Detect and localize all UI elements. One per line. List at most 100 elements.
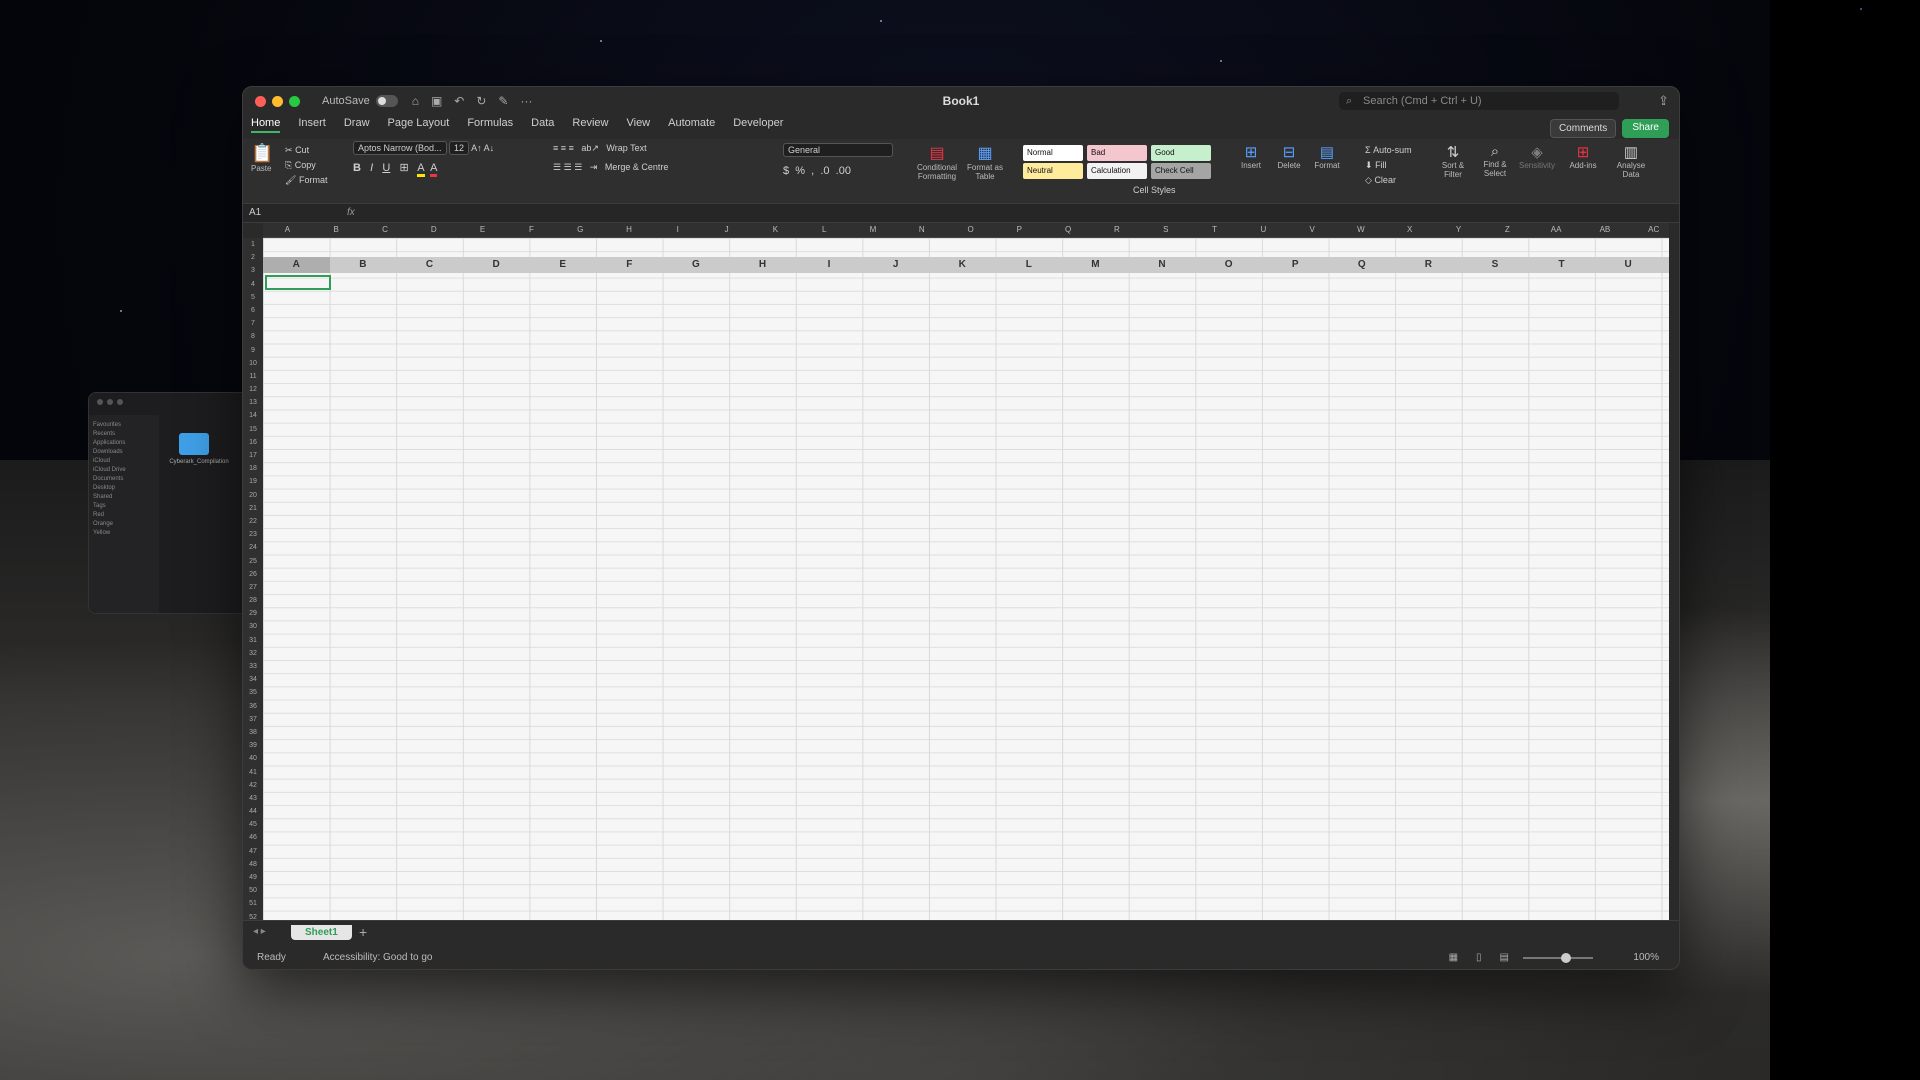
row-header[interactable]: 2 <box>243 251 263 264</box>
row-header[interactable]: 30 <box>243 620 263 633</box>
finder-sidebar-item[interactable]: Red <box>93 512 155 518</box>
column-header-small[interactable]: T <box>1190 223 1239 237</box>
delete-cells-button[interactable]: ⊟ Delete <box>1271 143 1307 170</box>
decrease-font-icon[interactable]: A↓ <box>484 143 495 153</box>
finder-sidebar-item[interactable]: Tags <box>93 503 155 509</box>
row-header[interactable]: 42 <box>243 779 263 792</box>
column-header[interactable]: I <box>796 257 863 273</box>
paste-button[interactable]: Paste <box>251 164 273 173</box>
column-header[interactable]: G <box>663 257 730 273</box>
row-header[interactable]: 19 <box>243 475 263 488</box>
row-header[interactable]: 3 <box>243 264 263 277</box>
row-header[interactable]: 38 <box>243 726 263 739</box>
close-window-button[interactable] <box>255 95 266 107</box>
row-header[interactable]: 15 <box>243 423 263 436</box>
home-icon[interactable]: ⌂ <box>412 94 419 108</box>
column-header-small[interactable]: V <box>1288 223 1337 237</box>
column-header-small[interactable]: AB <box>1581 223 1630 237</box>
finder-sidebar-item[interactable]: Yellow <box>93 530 155 536</box>
column-header[interactable]: R <box>1395 257 1462 273</box>
worksheet-grid[interactable] <box>263 238 1669 921</box>
row-header[interactable]: 25 <box>243 555 263 568</box>
row-header[interactable]: 21 <box>243 502 263 515</box>
edit-icon[interactable]: ✎ <box>498 94 508 108</box>
borders-icon[interactable]: ⊞ <box>399 162 408 174</box>
row-header[interactable]: 27 <box>243 581 263 594</box>
column-header-small[interactable]: W <box>1337 223 1386 237</box>
traffic-lights[interactable] <box>255 95 300 107</box>
row-header[interactable]: 33 <box>243 660 263 673</box>
column-header[interactable]: H <box>729 257 796 273</box>
orientation-icon[interactable]: ab↗ <box>581 143 599 153</box>
clear-button[interactable]: ◇ Clear <box>1365 173 1412 188</box>
currency-icon[interactable]: $ <box>783 165 789 177</box>
page-break-view-icon[interactable]: ▤ <box>1500 947 1509 969</box>
row-header[interactable]: 14 <box>243 409 263 422</box>
save-icon[interactable]: ▣ <box>431 94 442 108</box>
column-header[interactable]: A <box>263 257 330 273</box>
page-layout-view-icon[interactable]: ▯ <box>1476 947 1482 969</box>
column-header[interactable]: N <box>1129 257 1196 273</box>
tab-insert[interactable]: Insert <box>298 117 326 133</box>
row-header[interactable]: 20 <box>243 489 263 502</box>
tab-data[interactable]: Data <box>531 117 554 133</box>
column-header-small[interactable]: I <box>653 223 702 237</box>
increase-decimal-icon[interactable]: .0 <box>820 165 829 177</box>
row-header[interactable]: 43 <box>243 792 263 805</box>
tab-view[interactable]: View <box>626 117 650 133</box>
conditional-formatting-button[interactable]: ▤ Conditional Formatting <box>913 143 961 181</box>
finder-sidebar-item[interactable]: Favourites <box>93 422 155 428</box>
row-header[interactable]: 39 <box>243 739 263 752</box>
row-header[interactable]: 13 <box>243 396 263 409</box>
finder-sidebar-item[interactable]: Desktop <box>93 485 155 491</box>
format-painter-button[interactable]: 🖌 Format <box>285 173 327 188</box>
row-header[interactable]: 22 <box>243 515 263 528</box>
row-header[interactable]: 37 <box>243 713 263 726</box>
column-header-small[interactable]: AC <box>1629 223 1678 237</box>
sort-filter-button[interactable]: ⇅ Sort & Filter <box>1433 143 1473 179</box>
row-header[interactable]: 26 <box>243 568 263 581</box>
row-header[interactable]: 8 <box>243 330 263 343</box>
row-header[interactable]: 49 <box>243 871 263 884</box>
folder-name[interactable]: Cyberark_Compilation <box>169 459 229 465</box>
increase-font-icon[interactable]: A↑ <box>471 143 482 153</box>
cell-style-check-cell[interactable]: Check Cell <box>1151 163 1211 179</box>
row-header[interactable]: 46 <box>243 831 263 844</box>
column-header-small[interactable]: S <box>1141 223 1190 237</box>
row-header[interactable]: 5 <box>243 291 263 304</box>
row-header[interactable]: 6 <box>243 304 263 317</box>
row-header[interactable]: 45 <box>243 818 263 831</box>
column-header[interactable]: E <box>529 257 596 273</box>
search-input[interactable]: ⌕ Search (Cmd + Ctrl + U) <box>1339 92 1619 110</box>
row-header[interactable]: 35 <box>243 686 263 699</box>
column-header[interactable]: U <box>1595 257 1662 273</box>
sheet-tab[interactable]: Sheet1 <box>291 925 352 940</box>
align-right-icon[interactable]: ☰ <box>574 162 582 172</box>
row-header[interactable]: 24 <box>243 541 263 554</box>
column-header-small[interactable]: Z <box>1483 223 1532 237</box>
fill-button[interactable]: ⬇ Fill <box>1365 158 1412 173</box>
more-icon[interactable]: ··· <box>520 94 532 108</box>
column-header-small[interactable]: D <box>409 223 458 237</box>
align-bottom-icon[interactable]: ≡ <box>569 143 574 153</box>
column-header[interactable]: J <box>862 257 929 273</box>
column-header[interactable]: T <box>1528 257 1595 273</box>
finder-sidebar-item[interactable]: Downloads <box>93 449 155 455</box>
row-header[interactable]: 47 <box>243 845 263 858</box>
row-header[interactable]: 31 <box>243 634 263 647</box>
row-header[interactable]: 17 <box>243 449 263 462</box>
row-header[interactable]: 18 <box>243 462 263 475</box>
row-header[interactable]: 34 <box>243 673 263 686</box>
column-header-small[interactable]: K <box>751 223 800 237</box>
finder-sidebar-item[interactable]: iCloud <box>93 458 155 464</box>
row-header[interactable]: 1 <box>243 238 263 251</box>
cell-style-bad[interactable]: Bad <box>1087 145 1147 161</box>
analyse-data-button[interactable]: ▥ Analyse Data <box>1611 143 1651 179</box>
fx-icon[interactable]: fx <box>347 204 355 222</box>
share-window-icon[interactable]: ⇪ <box>1658 93 1669 109</box>
column-header-small[interactable]: P <box>995 223 1044 237</box>
finder-sidebar-item[interactable]: Shared <box>93 494 155 500</box>
column-header[interactable]: L <box>996 257 1063 273</box>
autosave-toggle[interactable] <box>375 95 398 107</box>
paste-icon[interactable]: 📋 <box>251 143 273 164</box>
